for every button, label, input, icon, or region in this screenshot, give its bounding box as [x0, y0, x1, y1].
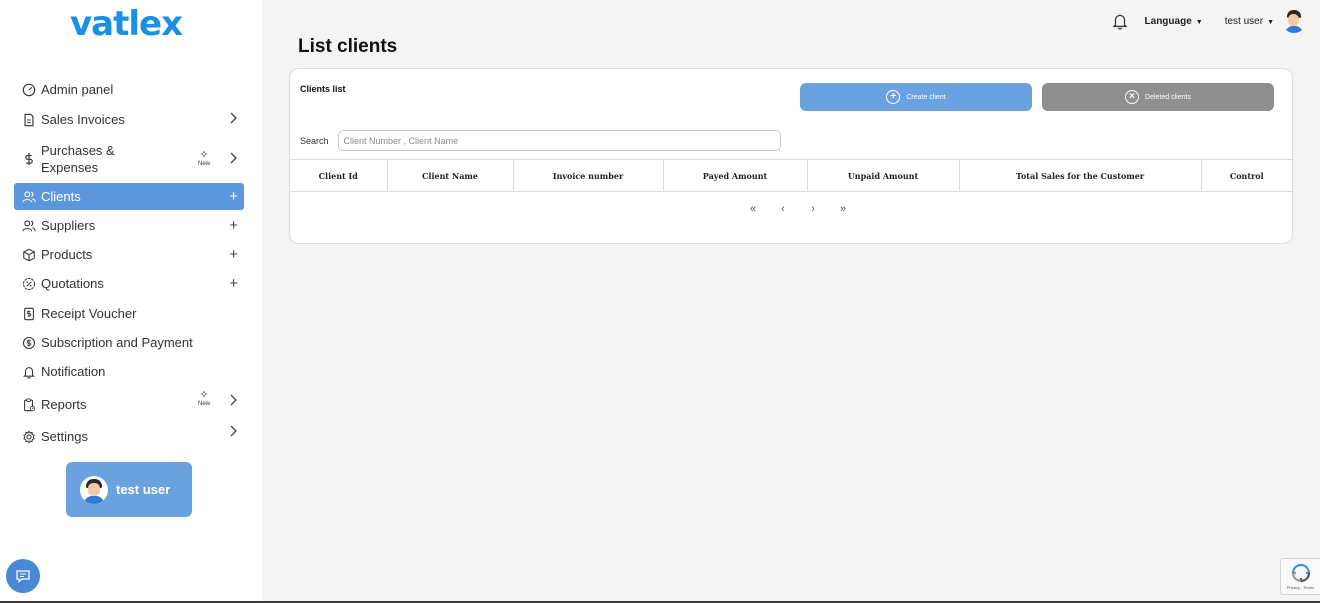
sidebar-item-suppliers[interactable]: Suppliers + — [14, 212, 244, 239]
plus-circle-icon: + — [886, 90, 901, 104]
sidebar-item-label: Admin panel — [41, 82, 114, 97]
sidebar-item-label: Receipt Voucher — [41, 306, 137, 321]
sidebar-item-quotations[interactable]: Quotations + — [14, 270, 244, 297]
column-header-total-sales[interactable]: Total Sales for the Customer — [959, 159, 1202, 192]
sidebar-item-subscription[interactable]: Subscription and Payment — [14, 329, 244, 356]
sidebar-item-label: Suppliers — [41, 218, 96, 233]
user-dropdown[interactable]: test user ▼ — [1225, 16, 1274, 27]
clipboard-icon — [20, 396, 38, 414]
sidebar-item-receipt-voucher[interactable]: Receipt Voucher — [14, 300, 244, 327]
user-card[interactable]: test user — [66, 462, 192, 517]
chevron-right-icon — [228, 151, 238, 168]
chevron-right-icon — [228, 424, 238, 441]
column-header-control[interactable]: Control — [1201, 159, 1292, 192]
chat-icon — [16, 570, 30, 583]
gear-icon — [20, 428, 38, 446]
sidebar-item-clients[interactable]: Clients + — [14, 183, 244, 210]
sidebar-item-purchases-expenses[interactable]: Purchases & Expenses ✧ New — [14, 142, 244, 176]
pagination: « ‹ › » — [738, 203, 858, 215]
chat-button[interactable] — [6, 559, 40, 593]
coin-icon — [20, 334, 38, 352]
sidebar-item-label: Quotations — [41, 276, 104, 291]
first-page-icon[interactable]: « — [738, 203, 768, 215]
recaptcha-badge[interactable]: Privacy - Terms — [1280, 558, 1320, 595]
page-title: List clients — [298, 36, 398, 57]
deleted-clients-button[interactable]: × Deleted clients — [1042, 83, 1274, 111]
receipt-icon — [20, 305, 38, 323]
gauge-icon — [20, 81, 38, 99]
new-badge: ✧ New — [197, 389, 210, 407]
sidebar-item-label: Clients — [41, 189, 81, 204]
chevron-right-icon — [228, 111, 238, 128]
plus-icon[interactable]: + — [229, 217, 238, 234]
card-title: Clients list — [300, 84, 346, 94]
recaptcha-icon — [1291, 563, 1310, 583]
clients-card: Clients list + Create client × Deleted c… — [289, 68, 1293, 244]
create-client-button[interactable]: + Create client — [800, 83, 1032, 111]
sidebar-item-label: Subscription and Payment — [41, 335, 193, 350]
recaptcha-text: Privacy - Terms — [1286, 585, 1315, 590]
column-header-client-id[interactable]: Client Id — [290, 159, 388, 192]
bell-icon[interactable] — [1111, 12, 1129, 30]
dollar-icon — [20, 150, 38, 168]
percent-badge-icon — [20, 275, 38, 293]
search-row: Search — [300, 130, 781, 151]
caret-down-icon: ▼ — [1195, 18, 1203, 26]
sidebar-item-reports[interactable]: Reports ✧ New — [14, 389, 244, 418]
last-page-icon[interactable]: » — [828, 203, 858, 215]
bell-icon — [20, 363, 38, 381]
chevron-right-icon — [228, 393, 238, 410]
sidebar-item-sales-invoices[interactable]: Sales Invoices — [14, 106, 244, 133]
next-page-icon[interactable]: › — [798, 203, 828, 215]
sidebar-item-label: Notification — [41, 364, 106, 379]
language-dropdown[interactable]: Language ▼ — [1145, 16, 1203, 27]
plus-icon[interactable]: + — [229, 246, 238, 263]
column-header-payed-amount[interactable]: Payed Amount — [663, 159, 808, 192]
topbar: Language ▼ test user ▼ — [1111, 8, 1306, 34]
sparkle-icon: ✧ — [199, 389, 209, 401]
close-circle-icon: × — [1125, 90, 1140, 104]
search-input[interactable] — [337, 130, 781, 151]
new-badge: ✧ New — [197, 149, 210, 167]
sidebar-item-label: Sales Invoices — [41, 112, 125, 127]
invoice-icon — [20, 111, 38, 129]
avatar[interactable] — [1282, 9, 1306, 33]
sidebar-item-label: Products — [41, 247, 93, 262]
column-header-invoice-number[interactable]: Invoice number — [513, 159, 664, 192]
users-icon — [20, 188, 38, 206]
caret-down-icon: ▼ — [1267, 18, 1274, 26]
logo[interactable]: vatlex — [70, 4, 183, 44]
sidebar-item-admin-panel[interactable]: Admin panel — [14, 76, 244, 103]
sidebar-item-settings[interactable]: Settings — [14, 423, 244, 450]
users-icon — [20, 217, 38, 235]
plus-icon[interactable]: + — [229, 275, 238, 292]
column-header-unpaid-amount[interactable]: Unpaid Amount — [807, 159, 960, 192]
sidebar-item-label: Reports — [41, 397, 87, 412]
sidebar-item-label: Purchases & Expenses — [41, 143, 115, 175]
sidebar-item-notification[interactable]: Notification — [14, 358, 244, 385]
sidebar: vatlex Admin panel Sales Invoices Purcha… — [0, 0, 262, 603]
column-header-client-name[interactable]: Client Name — [387, 159, 514, 192]
sidebar-item-products[interactable]: Products + — [14, 241, 244, 268]
sidebar-item-label: Settings — [41, 429, 88, 444]
box-icon — [20, 246, 38, 264]
avatar — [80, 475, 108, 504]
plus-icon[interactable]: + — [229, 188, 238, 205]
table-header-row: Client Id Client Name Invoice number Pay… — [290, 159, 1292, 192]
clients-table: Client Id Client Name Invoice number Pay… — [290, 159, 1292, 192]
prev-page-icon[interactable]: ‹ — [768, 203, 798, 215]
search-label: Search — [300, 135, 329, 146]
sparkle-icon: ✧ — [199, 149, 209, 161]
user-card-name: test user — [116, 482, 171, 497]
